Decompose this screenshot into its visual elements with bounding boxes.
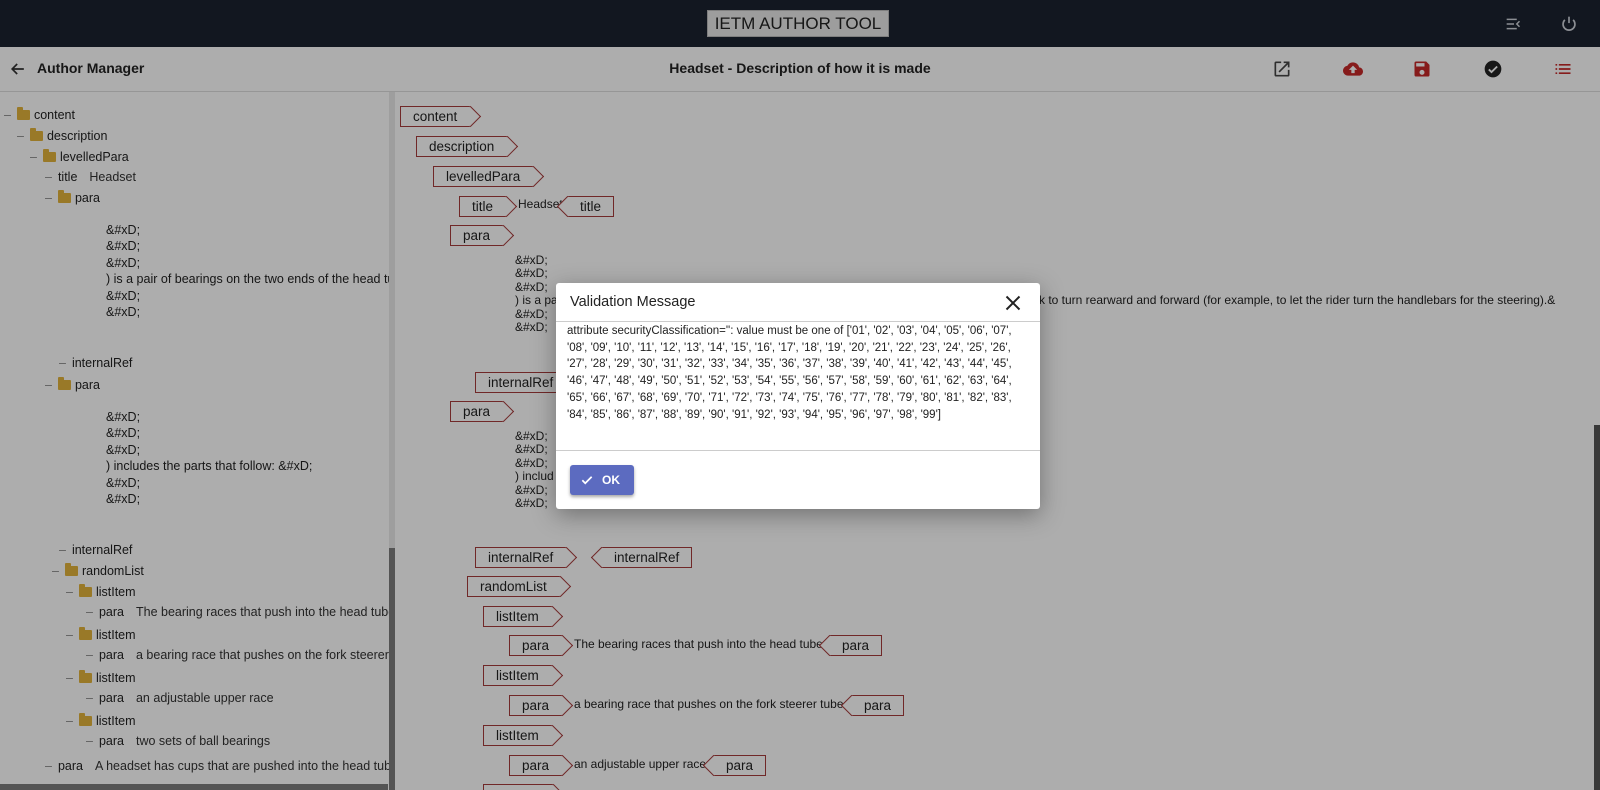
ok-button-label: OK bbox=[602, 473, 620, 487]
close-icon[interactable] bbox=[1000, 290, 1026, 316]
validation-message: attribute securityClassification='': val… bbox=[567, 325, 1012, 421]
dialog-title: Validation Message bbox=[570, 294, 696, 310]
divider bbox=[556, 450, 1040, 451]
validation-dialog: Validation Message attribute securityCla… bbox=[556, 283, 1040, 509]
ok-button[interactable]: OK bbox=[570, 465, 634, 495]
check-icon bbox=[581, 476, 593, 485]
divider bbox=[556, 321, 1040, 322]
